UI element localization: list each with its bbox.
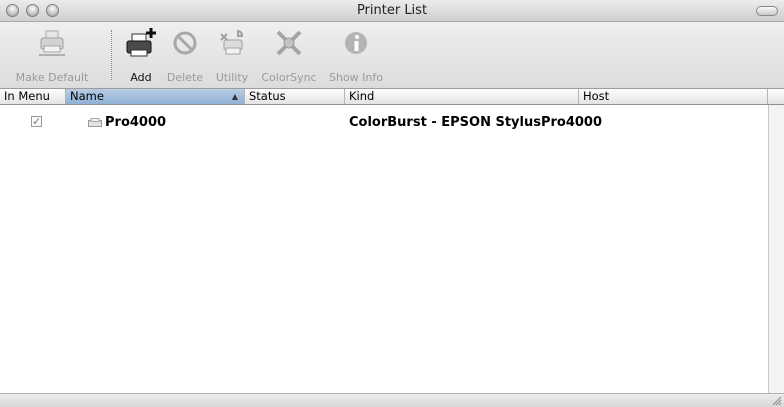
toolbar: Make Default Add Delete Utility ColorSyn…	[0, 22, 784, 89]
column-name-label: Name	[70, 89, 104, 103]
make-default-button[interactable]: Make Default	[2, 22, 102, 88]
title-bar: Printer List	[0, 0, 784, 22]
printer-icon	[88, 118, 102, 127]
column-status[interactable]: Status	[245, 89, 345, 104]
printer-default-icon	[39, 30, 65, 56]
show-info-button[interactable]: Show Info	[326, 22, 386, 88]
toolbar-toggle-button[interactable]	[756, 6, 778, 16]
utility-icon	[220, 30, 244, 55]
delete-label: Delete	[166, 71, 204, 84]
printer-list: ✓ Pro4000 ColorBurst - EPSON StylusPro40…	[0, 105, 768, 393]
column-header: In Menu Name ▲ Status Kind Host	[0, 89, 784, 105]
utility-label: Utility	[215, 71, 249, 84]
colorsync-label: ColorSync	[261, 71, 317, 84]
colorsync-button[interactable]: ColorSync	[257, 22, 321, 88]
column-name[interactable]: Name ▲	[66, 89, 245, 104]
toolbar-separator	[111, 30, 112, 80]
printer-name: Pro4000	[105, 115, 167, 130]
column-in-menu[interactable]: In Menu	[0, 89, 66, 104]
utility-button[interactable]: Utility	[210, 22, 254, 88]
vertical-scrollbar[interactable]	[768, 105, 784, 393]
add-printer-icon	[126, 28, 156, 57]
delete-icon	[173, 31, 197, 55]
column-kind[interactable]: Kind	[345, 89, 579, 104]
add-printer-button[interactable]: Add	[122, 22, 160, 88]
delete-button[interactable]: Delete	[164, 22, 206, 88]
info-icon	[345, 32, 367, 54]
colorsync-icon	[276, 30, 302, 56]
resize-grip-icon[interactable]	[771, 395, 782, 406]
printer-kind: ColorBurst - EPSON StylusPro4000	[349, 115, 603, 130]
window-title: Printer List	[356, 3, 428, 18]
printer-list-window: Printer List Make Default Add Delete Uti…	[0, 0, 784, 407]
show-info-label: Show Info	[329, 71, 383, 84]
add-label: Add	[130, 71, 152, 84]
in-menu-checkbox[interactable]: ✓	[31, 116, 42, 127]
column-host[interactable]: Host	[579, 89, 768, 104]
bottom-bar	[0, 393, 784, 407]
make-default-label: Make Default	[15, 71, 89, 84]
sort-ascending-icon: ▲	[231, 92, 238, 101]
table-row[interactable]: ✓ Pro4000 ColorBurst - EPSON StylusPro40…	[0, 114, 768, 132]
